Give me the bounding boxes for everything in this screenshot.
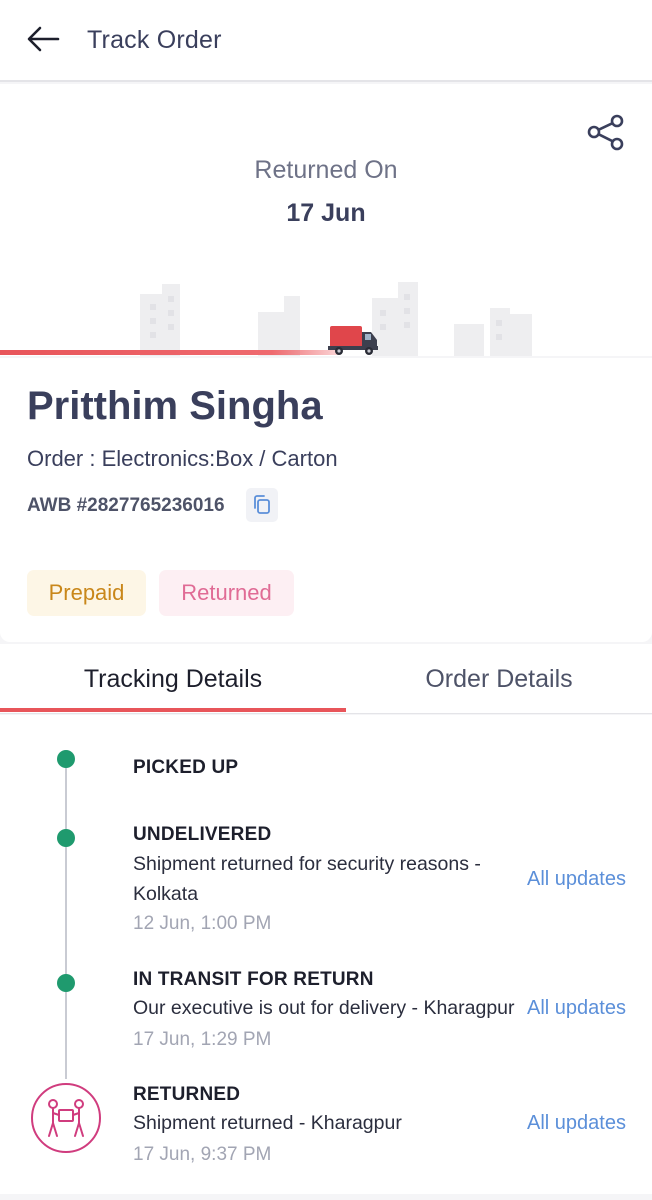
customer-name: Pritthim Singha (27, 384, 323, 428)
step-title: UNDELIVERED (133, 824, 272, 845)
payment-badge: Prepaid (27, 570, 146, 616)
step-time: 12 Jun, 1:00 PM (133, 913, 272, 934)
copy-icon[interactable] (246, 488, 278, 522)
step-time: 17 Jun, 9:37 PM (133, 1144, 272, 1165)
share-icon[interactable] (585, 112, 627, 154)
page-title: Track Order (87, 26, 222, 54)
step-done-dot (57, 750, 75, 768)
app-header: Track Order (0, 0, 652, 82)
step-description: Shipment returned for security reasons -… (133, 853, 481, 905)
status-banner: Returned On 17 Jun (0, 84, 652, 356)
all-updates-link[interactable]: All updates (527, 997, 626, 1020)
tab-order-details[interactable]: Order Details (346, 644, 652, 714)
back-arrow-icon[interactable] (24, 22, 64, 60)
step-time: 17 Jun, 1:29 PM (133, 1029, 272, 1050)
tracking-timeline: PICKED UP UNDELIVERED Shipment returned … (0, 715, 652, 1194)
tab-bar: Tracking Details Order Details (0, 644, 652, 714)
returned-package-icon (31, 1083, 101, 1153)
city-skyline-illustration (140, 282, 532, 356)
awb-number: AWB #2827765236016 (27, 495, 225, 516)
step-description: Our executive is out for delivery - Khar… (133, 997, 515, 1019)
tab-tracking-details[interactable]: Tracking Details (0, 644, 346, 714)
step-done-dot (57, 829, 75, 847)
all-updates-link[interactable]: All updates (527, 868, 626, 891)
shipment-card: Pritthim Singha Order : Electronics:Box … (0, 358, 652, 642)
status-label: Returned On (254, 156, 398, 184)
timeline-connector (65, 759, 67, 1079)
step-description: Shipment returned - Kharagpur (133, 1112, 402, 1134)
step-done-dot (57, 974, 75, 992)
status-badge: Returned (159, 570, 294, 616)
step-title: PICKED UP (133, 757, 239, 778)
all-updates-link[interactable]: All updates (527, 1112, 626, 1135)
truck-icon (328, 326, 378, 355)
progress-bar (0, 350, 340, 355)
active-tab-indicator (0, 708, 346, 712)
order-description: Order : Electronics:Box / Carton (27, 446, 338, 471)
step-title: IN TRANSIT FOR RETURN (133, 969, 374, 990)
status-date: 17 Jun (286, 199, 366, 227)
step-title: RETURNED (133, 1084, 241, 1105)
